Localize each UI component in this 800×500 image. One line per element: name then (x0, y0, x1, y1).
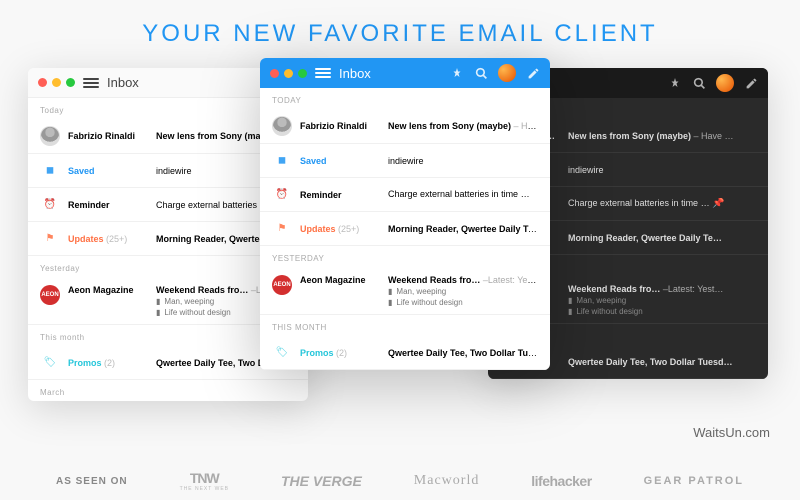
headline: YOUR NEW FAVORITE EMAIL CLIENT (0, 0, 800, 48)
sender: Updates (25+) (68, 234, 148, 244)
aeon-logo-icon: AEON (272, 275, 292, 295)
watermark: WaitsUn.com (693, 425, 770, 440)
attachment: ▮Man, weeping (388, 287, 538, 296)
avatar-icon (272, 116, 292, 136)
bookmark-icon: ▮ (388, 298, 392, 307)
sender: Updates (25+) (300, 224, 380, 234)
window-title: Inbox (107, 75, 252, 90)
sender: Saved (300, 156, 380, 166)
subject: Qwertee Daily Tee, Two Dollar Tuesd… (568, 357, 756, 367)
compose-icon[interactable] (526, 66, 540, 80)
sender: Reminder (300, 190, 380, 200)
minimize-icon[interactable] (52, 78, 61, 87)
logo-gearpatrol: GEAR PATROL (644, 475, 744, 487)
bookmark-icon: ◼ (40, 164, 60, 178)
sender: Promos (2) (68, 358, 148, 368)
pin-icon[interactable] (450, 66, 464, 80)
aeon-logo-icon: AEON (40, 285, 60, 305)
attachment: ▮Life without design (388, 298, 538, 307)
reminder-icon: ⏰ (40, 198, 60, 212)
hamburger-icon[interactable] (83, 78, 99, 88)
search-icon[interactable] (474, 66, 488, 80)
section-march: March (28, 380, 308, 401)
flag-icon: ⚑ (272, 222, 292, 236)
attachment: ▮Man, weeping (568, 296, 756, 305)
logo-lifehacker: lifehacker (531, 473, 591, 489)
subject: Weekend Reads fro… –Latest: Yest… ▮Man, … (388, 275, 538, 307)
subject: Morning Reader, Qwertee Daily Te… (388, 224, 538, 234)
subject: indiewire (388, 156, 538, 166)
bookmark-icon: ▮ (156, 297, 160, 306)
subject: Charge external batteries in time … 📌 (568, 198, 756, 209)
avatar-icon (40, 126, 60, 146)
subject: Morning Reader, Qwertee Daily Te… (568, 233, 756, 243)
section-yesterday: YESTERDAY (260, 246, 550, 267)
zoom-icon[interactable] (298, 69, 307, 78)
sender: Aeon Magazine (68, 285, 148, 295)
bookmark-icon: ▮ (568, 296, 572, 305)
window-blue: Inbox TODAY Fabrizio Rinaldi New lens fr… (260, 58, 550, 370)
bookmark-icon: ▮ (568, 307, 572, 316)
as-seen-on-label: AS SEEN ON (56, 476, 128, 487)
close-icon[interactable] (38, 78, 47, 87)
mail-row[interactable]: ⚑ Updates (25+) Morning Reader, Qwertee … (260, 212, 550, 246)
mail-row[interactable]: ◼ Saved indiewire (260, 144, 550, 178)
search-icon[interactable] (692, 76, 706, 90)
user-avatar[interactable] (498, 64, 516, 82)
window-title: Inbox (339, 66, 442, 81)
subject: New lens from Sony (maybe) – Have … (568, 131, 756, 141)
pin-icon[interactable] (668, 76, 682, 90)
logo-tnw: TNW THE NEXT WEB (180, 470, 229, 492)
attachment: ▮Life without design (568, 307, 756, 316)
sender: Promos (2) (300, 348, 380, 358)
mail-row[interactable]: AEON Aeon Magazine Weekend Reads fro… –L… (260, 267, 550, 315)
windows-group: Inbox Today Fabrizio Rinaldi New lens fr… (0, 58, 800, 438)
minimize-icon[interactable] (284, 69, 293, 78)
sender: Fabrizio Rinaldi (68, 131, 148, 141)
subject: New lens from Sony (maybe) – Have … (388, 121, 538, 131)
press-logos: AS SEEN ON TNW THE NEXT WEB THE VERGE Ma… (0, 470, 800, 492)
compose-icon[interactable] (744, 76, 758, 90)
pin-icon: 📌 (532, 189, 538, 200)
subject: Qwertee Daily Tee, Two Dollar Tuesd… (388, 348, 538, 358)
tag-icon: 🏷 (272, 346, 292, 360)
reminder-icon: ⏰ (272, 188, 292, 202)
sender: Aeon Magazine (300, 275, 380, 285)
section-today: TODAY (260, 88, 550, 109)
sender: Reminder (68, 200, 148, 210)
bookmark-icon: ◼ (272, 154, 292, 168)
titlebar: Inbox (260, 58, 550, 88)
bookmark-icon: ▮ (388, 287, 392, 296)
bookmark-icon: ▮ (156, 308, 160, 317)
hamburger-icon[interactable] (315, 68, 331, 78)
pin-icon: 📌 (712, 198, 724, 209)
logo-macworld: Macworld (414, 473, 480, 489)
subject: Weekend Reads fro… –Latest: Yest… ▮Man, … (568, 284, 756, 316)
subject: Charge external batteries in time … 📌 (388, 189, 538, 200)
flag-icon: ⚑ (40, 232, 60, 246)
sender: Saved (68, 166, 148, 176)
mail-row[interactable]: 🏷 Promos (2) Qwertee Daily Tee, Two Doll… (260, 336, 550, 370)
close-icon[interactable] (270, 69, 279, 78)
tag-icon: 🏷 (40, 356, 60, 370)
window-controls[interactable] (270, 69, 307, 78)
mail-row[interactable]: Fabrizio Rinaldi New lens from Sony (may… (260, 109, 550, 144)
logo-theverge: THE VERGE (281, 473, 362, 489)
sender: Fabrizio Rinaldi (300, 121, 380, 131)
section-this-month: THIS MONTH (260, 315, 550, 336)
subject: indiewire (568, 165, 756, 175)
mail-row[interactable]: ⏰ Reminder Charge external batteries in … (260, 178, 550, 212)
user-avatar[interactable] (716, 74, 734, 92)
zoom-icon[interactable] (66, 78, 75, 87)
window-controls[interactable] (38, 78, 75, 87)
